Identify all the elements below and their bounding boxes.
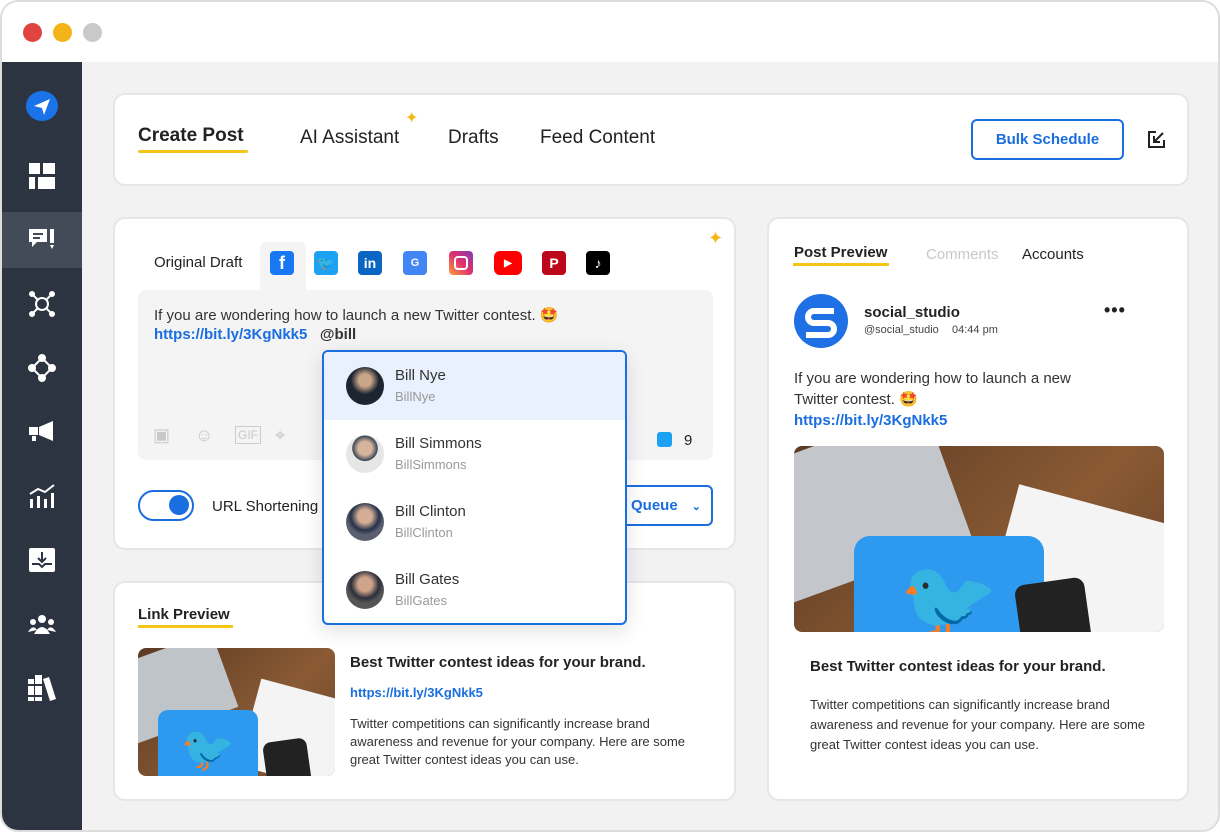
- sidebar-item-network[interactable]: [2, 276, 82, 332]
- gif-icon[interactable]: GIF: [235, 426, 261, 444]
- draft-text: If you are wondering how to launch a new…: [154, 307, 559, 324]
- sidebar-item-home[interactable]: [2, 78, 82, 134]
- post-time: 04:44 pm: [952, 324, 998, 336]
- queue-label: Queue: [631, 497, 678, 514]
- mention-name: Bill Nye: [395, 367, 446, 384]
- app-window: Create Post AI Assistant ✦ Drafts Feed C…: [0, 0, 1220, 832]
- post-preview-text: If you are wondering how to launch a new…: [794, 370, 1071, 408]
- location-icon[interactable]: ⌖: [275, 425, 285, 446]
- instagram-icon[interactable]: [449, 251, 473, 275]
- inbox-icon: [29, 548, 55, 572]
- google-business-icon[interactable]: G: [403, 251, 427, 275]
- url-shortening-label: URL Shortening: [212, 498, 319, 515]
- mention-dropdown: Bill Nye BillNye Bill Simmons BillSimmons …: [322, 350, 627, 625]
- link-preview-image: 🐦: [138, 648, 335, 776]
- mention-handle: BillGates: [395, 593, 448, 608]
- youtube-icon[interactable]: ▶: [494, 251, 522, 275]
- tab-accounts[interactable]: Accounts: [1022, 246, 1084, 263]
- more-options-icon[interactable]: •••: [1104, 300, 1126, 321]
- chevron-down-icon: ⌄: [691, 501, 701, 513]
- sidebar-item-compose[interactable]: [2, 212, 82, 268]
- mention-name: Bill Simmons: [395, 435, 482, 452]
- media-icon[interactable]: ▣: [153, 425, 170, 446]
- draft-link-line: https://bit.ly/3KgNkk5 @bill: [154, 326, 356, 343]
- sparkle-icon: ✦: [708, 228, 724, 248]
- export-icon[interactable]: [1147, 130, 1166, 149]
- sparkle-icon: ✦: [405, 110, 419, 127]
- sidebar-item-dashboard[interactable]: [2, 148, 82, 204]
- twitter-icon[interactable]: 🐦: [314, 251, 338, 275]
- sidebar-item-inbox[interactable]: [2, 532, 82, 588]
- sidebar: [2, 62, 82, 830]
- megaphone-icon: [29, 421, 53, 441]
- avatar: [346, 435, 384, 473]
- post-preview-headline: Best Twitter contest ideas for your bran…: [810, 658, 1106, 675]
- account-name: social_studio: [864, 304, 960, 321]
- mention-handle: BillSimmons: [395, 457, 467, 472]
- tab-ai-assistant[interactable]: AI Assistant: [300, 127, 399, 149]
- original-draft-tab[interactable]: Original Draft: [154, 254, 242, 271]
- title-bar: [2, 2, 1218, 62]
- paper-plane-icon: [26, 91, 58, 121]
- link-preview-underline: [138, 625, 233, 628]
- tiktok-icon[interactable]: ♪: [586, 251, 610, 275]
- url-shortening-toggle[interactable]: [138, 490, 194, 521]
- char-count: 9: [684, 432, 693, 449]
- twitter-bird-icon: 🐦: [854, 536, 1044, 632]
- sidebar-item-library[interactable]: [2, 660, 82, 716]
- close-window-button[interactable]: [23, 23, 42, 42]
- mention-option[interactable]: Bill Simmons BillSimmons: [324, 420, 625, 488]
- workflow-icon: [28, 354, 56, 382]
- draft-link[interactable]: https://bit.ly/3KgNkk5: [154, 326, 307, 343]
- sidebar-item-team[interactable]: [2, 596, 82, 652]
- draft-mention: @bill: [319, 326, 357, 343]
- mention-option[interactable]: Bill Clinton BillClinton: [324, 488, 625, 556]
- facebook-icon[interactable]: f: [270, 251, 294, 275]
- tab-create-post[interactable]: Create Post: [138, 125, 244, 147]
- link-preview-url[interactable]: https://bit.ly/3KgNkk5: [350, 685, 483, 700]
- mention-name: Bill Gates: [395, 571, 460, 588]
- tab-drafts[interactable]: Drafts: [448, 127, 499, 149]
- mention-option[interactable]: Bill Nye BillNye: [324, 352, 625, 420]
- pinterest-icon[interactable]: P: [542, 251, 566, 275]
- mention-option[interactable]: Bill Gates BillGates: [324, 556, 625, 623]
- sidebar-item-campaigns[interactable]: [2, 404, 82, 460]
- active-tab-underline: [138, 150, 248, 153]
- avatar: [346, 571, 384, 609]
- tab-comments[interactable]: Comments: [926, 246, 999, 263]
- account-handle: @social_studio: [864, 324, 939, 336]
- team-icon: [28, 615, 56, 634]
- sidebar-item-analytics[interactable]: [2, 468, 82, 524]
- library-icon: [28, 675, 56, 701]
- tab-feed-content[interactable]: Feed Content: [540, 127, 655, 149]
- bulk-schedule-button[interactable]: Bulk Schedule: [971, 119, 1124, 160]
- twitter-bird-icon: 🐦: [158, 710, 258, 776]
- linkedin-icon[interactable]: in: [358, 251, 382, 275]
- mention-name: Bill Clinton: [395, 503, 466, 520]
- mention-handle: BillClinton: [395, 525, 453, 540]
- post-preview-image: 🐦: [794, 446, 1164, 632]
- post-preview-link[interactable]: https://bit.ly/3KgNkk5: [794, 412, 947, 429]
- post-preview-underline: [793, 263, 889, 266]
- network-icon: [29, 291, 55, 317]
- avatar: [346, 367, 384, 405]
- compose-icon: [29, 229, 54, 249]
- link-preview-description: Twitter competitions can significantly i…: [350, 716, 686, 767]
- sidebar-item-workflow[interactable]: [2, 340, 82, 396]
- account-avatar: [794, 294, 848, 348]
- avatar: [346, 503, 384, 541]
- analytics-icon: [29, 484, 55, 508]
- dashboard-icon: [29, 163, 55, 189]
- emoji-icon[interactable]: ☺: [195, 425, 213, 446]
- link-preview-headline: Best Twitter contest ideas for your bran…: [350, 654, 646, 671]
- maximize-window-button[interactable]: [83, 23, 102, 42]
- twitter-count-icon: [657, 432, 672, 447]
- minimize-window-button[interactable]: [53, 23, 72, 42]
- tab-post-preview[interactable]: Post Preview: [794, 244, 887, 261]
- link-preview-title: Link Preview: [138, 606, 230, 623]
- post-preview-description: Twitter competitions can significantly i…: [810, 697, 1146, 752]
- mention-handle: BillNye: [395, 389, 436, 404]
